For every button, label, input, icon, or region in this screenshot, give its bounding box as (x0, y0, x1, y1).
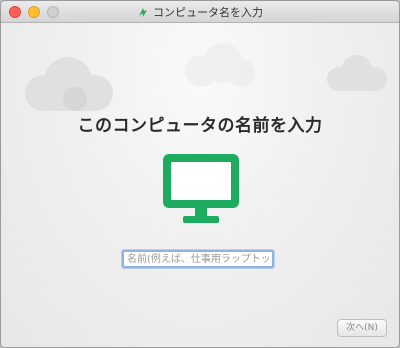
content-area: このコンピュータの名前を入力 次へ(N) (1, 23, 399, 347)
next-button[interactable]: 次へ(N) (337, 319, 387, 337)
title-bar[interactable]: コンピュータ名を入力 (1, 1, 399, 23)
setup-window: コンピュータ名を入力 このコンピュータの名前を入力 名前(例えば、仕事用ラップト… (0, 0, 400, 348)
computer-name-input[interactable] (122, 250, 274, 268)
desktop-monitor-icon (163, 154, 239, 223)
cloud-decoration-right-icon (327, 55, 387, 91)
app-logo-icon (139, 8, 147, 17)
cloud-decoration-center-icon (185, 43, 255, 87)
cloud-decoration-left-icon (25, 57, 113, 111)
window-title: コンピュータ名を入力 (153, 6, 263, 19)
window-title-group: コンピュータ名を入力 (1, 1, 399, 23)
page-heading: このコンピュータの名前を入力 (77, 116, 323, 136)
